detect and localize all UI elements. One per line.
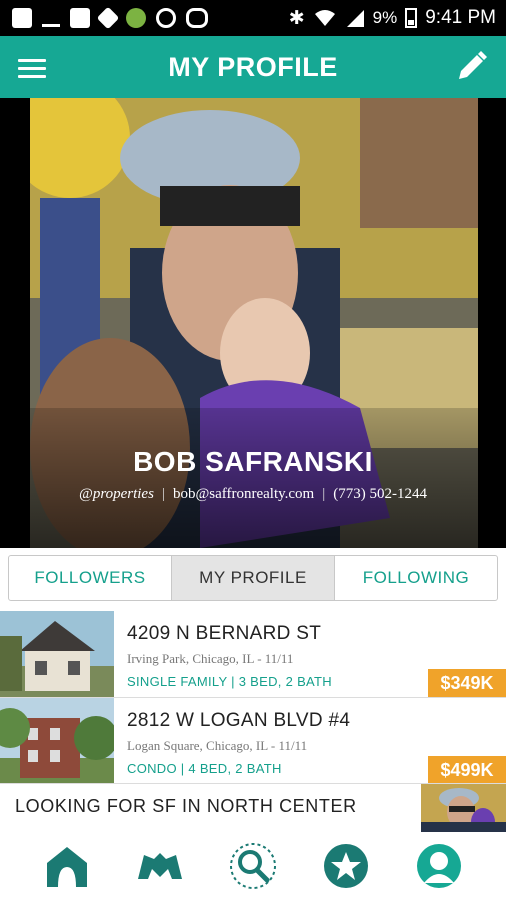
search-icon[interactable] <box>228 841 278 891</box>
profile-company: @properties <box>79 486 154 502</box>
listing-details: SINGLE FAMILY | 3 BED, 2 BATH <box>127 674 332 689</box>
page-title: MY PROFILE <box>168 51 338 82</box>
bottom-navigation <box>0 832 506 900</box>
profile-tabs: FOLLOWERS MY PROFILE FOLLOWING <box>8 555 498 601</box>
price-badge: $349K <box>428 669 506 697</box>
home-icon[interactable] <box>42 841 92 891</box>
bluetooth-icon: ✱ <box>288 7 305 29</box>
signal-icon <box>346 10 364 27</box>
tab-following[interactable]: FOLLOWING <box>335 556 497 600</box>
profile-hero: BOB SAFRANSKI @properties | bob@saffronrea… <box>0 98 506 548</box>
sync-icon <box>186 8 208 28</box>
listing-address: 4209 N BERNARD ST <box>127 623 322 644</box>
battery-icon <box>405 8 418 28</box>
android-icon <box>126 8 146 28</box>
profile-icon[interactable] <box>414 841 464 891</box>
photo-gradient <box>30 408 478 548</box>
star-icon[interactable] <box>321 841 371 891</box>
dropbox-icon <box>96 6 120 30</box>
vpn-icon <box>156 8 176 28</box>
clock: 9:41 PM <box>425 7 496 28</box>
listing-photo <box>0 698 114 784</box>
separator: | <box>161 486 165 502</box>
system-indicators: ✱ 9% 9:41 PM <box>289 7 506 30</box>
battery-percent: 9% <box>372 8 398 27</box>
profile-cover-photo <box>30 98 478 548</box>
listing-location: Logan Square, Chicago, IL - 11/11 <box>127 738 308 753</box>
request-item[interactable]: LOOKING FOR SF IN NORTH CENTER <box>0 784 506 832</box>
handshake-icon[interactable] <box>135 841 185 891</box>
hamburger-menu-icon[interactable] <box>18 54 46 80</box>
tab-followers[interactable]: FOLLOWERS <box>9 556 172 600</box>
app-bar: MY PROFILE <box>0 36 506 98</box>
profile-phone[interactable]: (773) 502-1244 <box>333 486 427 502</box>
listing-item[interactable]: 4209 N BERNARD ST Irving Park, Chicago, … <box>0 611 506 697</box>
tab-my-profile[interactable]: MY PROFILE <box>172 556 335 600</box>
listing-details: CONDO | 4 BED, 2 BATH <box>127 761 282 776</box>
listing-photo <box>0 611 114 697</box>
profile-contact-line: @properties | bob@saffronrealty.com | (773) … <box>0 486 506 503</box>
image-icon <box>70 8 90 28</box>
wifi-icon <box>314 10 335 26</box>
request-text: LOOKING FOR SF IN NORTH CENTER <box>15 796 357 816</box>
notification-icons <box>0 6 208 30</box>
listing-location: Irving Park, Chicago, IL - 11/11 <box>127 651 294 666</box>
price-badge: $499K <box>428 756 506 784</box>
missed-call-icon <box>42 10 60 27</box>
listing-address: 2812 W LOGAN BLVD #4 <box>127 710 351 731</box>
separator: | <box>322 486 326 502</box>
add-box-icon <box>12 8 32 28</box>
status-bar: ✱ 9% 9:41 PM <box>0 0 506 36</box>
pencil-icon[interactable] <box>452 48 490 86</box>
request-avatar <box>421 784 506 832</box>
profile-email[interactable]: bob@saffronrealty.com <box>173 486 314 502</box>
listing-item[interactable]: 2812 W LOGAN BLVD #4 Logan Square, Chica… <box>0 698 506 784</box>
profile-name: BOB SAFRANSKI <box>133 446 373 477</box>
